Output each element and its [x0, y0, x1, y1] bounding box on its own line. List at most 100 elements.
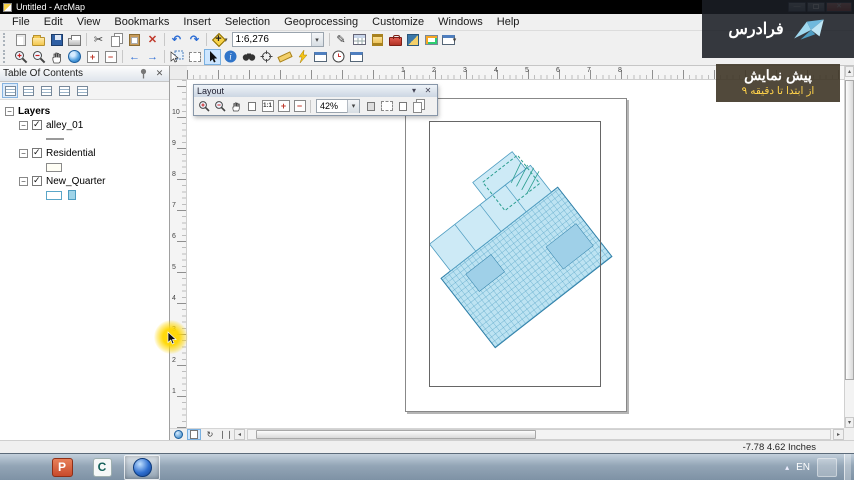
zoom-100-icon[interactable]: 1:1: [260, 99, 275, 114]
layer-label-residential[interactable]: Residential: [46, 148, 95, 159]
layout-close-icon[interactable]: ✕: [422, 86, 434, 96]
alley01-checkbox[interactable]: [32, 119, 42, 130]
taskbar-active-app-button[interactable]: [124, 454, 160, 480]
zoom-whole-page-icon[interactable]: [244, 99, 259, 114]
menu-insert[interactable]: Insert: [176, 15, 218, 29]
layout-zoom-caret-icon[interactable]: ▾: [347, 99, 359, 113]
hidden-icons-caret[interactable]: ▴: [785, 463, 789, 472]
measure-icon[interactable]: [276, 49, 293, 65]
map-scale-combo[interactable]: ▾: [231, 32, 324, 47]
data-view-button[interactable]: [171, 429, 185, 440]
html-popup-icon[interactable]: [312, 49, 329, 65]
delete-icon[interactable]: ✕: [144, 32, 161, 48]
zoom-out-icon[interactable]: [30, 49, 47, 65]
layout-options-caret-icon[interactable]: ▾: [408, 86, 420, 96]
change-layout-icon[interactable]: [395, 99, 410, 114]
table-of-contents-icon[interactable]: [351, 32, 368, 48]
toc-options-icon[interactable]: [74, 83, 90, 98]
refresh-view-button[interactable]: ↻: [203, 429, 217, 440]
map-scale-input[interactable]: [232, 33, 311, 46]
residential-polygon-symbol[interactable]: [46, 162, 62, 172]
list-by-selection-icon[interactable]: [56, 83, 72, 98]
list-by-drawing-order-icon[interactable]: [2, 83, 18, 98]
editor-toolbar-icon[interactable]: ✎: [333, 32, 350, 48]
open-icon[interactable]: [30, 32, 47, 48]
layout-zoom-input[interactable]: [317, 100, 347, 112]
go-back-extent-icon[interactable]: ←: [126, 49, 143, 65]
undo-icon[interactable]: ↶: [168, 32, 185, 48]
pan-icon[interactable]: [48, 49, 65, 65]
toolbar-grip[interactable]: [3, 50, 8, 63]
menu-geoprocessing[interactable]: Geoprocessing: [277, 15, 365, 29]
horizontal-scroll-thumb[interactable]: [256, 430, 536, 439]
hyperlink-icon[interactable]: [294, 49, 311, 65]
layout-page[interactable]: [405, 98, 627, 412]
model-builder-icon[interactable]: [423, 32, 440, 48]
menu-customize[interactable]: Customize: [365, 15, 431, 29]
add-data-icon[interactable]: ▾: [210, 32, 229, 48]
data-driven-pages-icon[interactable]: [411, 99, 426, 114]
tray-clock-area[interactable]: [817, 457, 837, 477]
layout-fixed-zoom-in-icon[interactable]: +: [276, 99, 291, 114]
toc-close-icon[interactable]: ✕: [153, 68, 166, 80]
fixed-zoom-out-icon[interactable]: −: [102, 49, 119, 65]
time-slider-icon[interactable]: [330, 49, 347, 65]
scroll-up-icon[interactable]: ▴: [845, 66, 854, 77]
scroll-right-icon[interactable]: ▸: [833, 429, 844, 440]
redo-icon[interactable]: ↷: [186, 32, 203, 48]
fixed-zoom-in-icon[interactable]: +: [84, 49, 101, 65]
focus-data-frame-icon[interactable]: [379, 99, 394, 114]
scroll-left-icon[interactable]: ◂: [234, 429, 245, 440]
clear-selection-icon[interactable]: [186, 49, 203, 65]
data-frame-border[interactable]: [429, 121, 601, 387]
zoom-in-icon[interactable]: [12, 49, 29, 65]
layout-zoom-combo[interactable]: ▾: [316, 99, 360, 113]
layout-fixed-zoom-out-icon[interactable]: −: [292, 99, 307, 114]
alley01-expander[interactable]: −: [19, 120, 28, 130]
select-elements-icon[interactable]: [204, 48, 221, 65]
menu-windows[interactable]: Windows: [431, 15, 490, 29]
new-document-icon[interactable]: [12, 32, 29, 48]
go-forward-extent-icon[interactable]: →: [144, 49, 161, 65]
more-commands-icon[interactable]: ▾: [441, 32, 458, 48]
pause-drawing-button[interactable]: ❘❘: [219, 429, 233, 440]
layout-zoom-out-icon[interactable]: [212, 99, 227, 114]
show-desktop-button[interactable]: [844, 453, 851, 480]
toggle-draft-mode-icon[interactable]: [363, 99, 378, 114]
list-by-source-icon[interactable]: [20, 83, 36, 98]
layers-root-label[interactable]: Layers: [18, 106, 50, 117]
print-icon[interactable]: [66, 32, 83, 48]
menu-view[interactable]: View: [70, 15, 108, 29]
menu-selection[interactable]: Selection: [218, 15, 277, 29]
save-icon[interactable]: [48, 32, 65, 48]
cut-icon[interactable]: ✂: [90, 32, 107, 48]
map-scale-caret-icon[interactable]: ▾: [310, 33, 323, 46]
scroll-down-icon[interactable]: ▾: [845, 417, 854, 428]
vertical-scroll-thumb[interactable]: [845, 80, 854, 380]
newquarter-fill-symbol[interactable]: [68, 190, 76, 200]
residential-expander[interactable]: −: [19, 148, 28, 158]
menu-edit[interactable]: Edit: [37, 15, 70, 29]
layout-pan-icon[interactable]: [228, 99, 243, 114]
pin-icon[interactable]: [137, 68, 150, 80]
list-by-visibility-icon[interactable]: [38, 83, 54, 98]
layer-label-newquarter[interactable]: New_Quarter: [46, 176, 105, 187]
newquarter-polygon-symbol[interactable]: [46, 190, 62, 200]
toolbar-grip[interactable]: [3, 33, 8, 46]
language-indicator[interactable]: EN: [796, 462, 810, 473]
layer-label-alley01[interactable]: alley_01: [46, 120, 83, 131]
layers-expander[interactable]: −: [5, 106, 14, 116]
layout-view-button[interactable]: [187, 429, 201, 440]
vertical-scrollbar[interactable]: ▴ ▾: [844, 66, 854, 428]
layout-toolbar-window[interactable]: Layout ▾ ✕ 1:1 + − ▾: [193, 84, 438, 116]
python-window-icon[interactable]: [405, 32, 422, 48]
layout-toolbar-titlebar[interactable]: Layout ▾ ✕: [194, 85, 437, 97]
taskbar-powerpoint-button[interactable]: P: [44, 455, 80, 480]
toc-header[interactable]: Table Of Contents ✕: [0, 66, 169, 82]
paste-icon[interactable]: [126, 32, 143, 48]
menu-help[interactable]: Help: [490, 15, 527, 29]
layout-canvas[interactable]: [187, 80, 844, 428]
newquarter-expander[interactable]: −: [19, 176, 28, 186]
layout-zoom-in-icon[interactable]: [196, 99, 211, 114]
catalog-window-icon[interactable]: [369, 32, 386, 48]
